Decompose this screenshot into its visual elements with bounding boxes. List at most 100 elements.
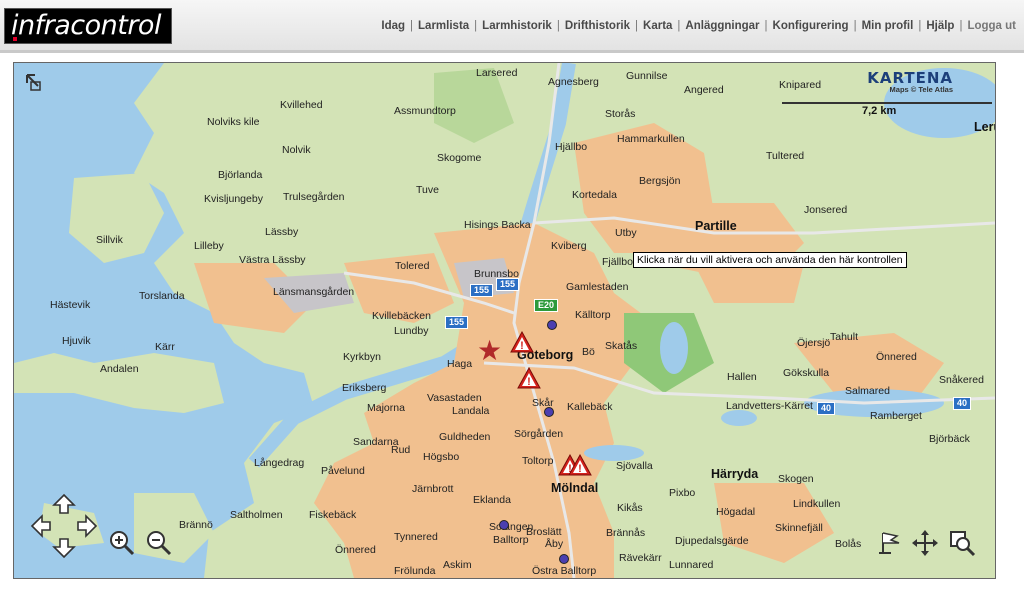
place-label: Björbäck xyxy=(929,433,970,445)
nav-min-profil[interactable]: Min profil xyxy=(862,20,914,32)
place-label: Skogen xyxy=(778,473,814,485)
star-marker-icon[interactable]: ★ xyxy=(477,337,502,365)
map-container[interactable]: Larsered Agnesberg Gunnilse Angered Knip… xyxy=(13,62,996,579)
place-label: Hästevik xyxy=(50,299,91,311)
place-label: Guldheden xyxy=(439,431,491,443)
place-label: Kortedala xyxy=(572,189,617,201)
logo-text: infracontrol xyxy=(11,10,161,41)
place-label: Djupedalsgärde xyxy=(675,535,749,547)
place-label: Torslanda xyxy=(139,290,185,302)
place-label: Toltorp xyxy=(522,455,554,467)
place-label: Tolered xyxy=(395,260,430,272)
place-label: Eklanda xyxy=(473,494,511,506)
place-label: Kviberg xyxy=(551,240,587,252)
place-label: Utby xyxy=(615,227,637,239)
pan-right-icon[interactable] xyxy=(74,514,98,538)
place-label: Lundby xyxy=(394,325,429,337)
place-label: Källtorp xyxy=(575,309,611,321)
place-label: Eriksberg xyxy=(342,382,387,394)
home-extent-icon[interactable] xyxy=(22,71,44,93)
place-label: Önnered xyxy=(876,351,917,363)
place-label: Pixbo xyxy=(669,487,696,499)
control-tooltip: Klicka när du vill aktivera och använda … xyxy=(633,252,907,268)
place-label: Bö xyxy=(582,346,595,358)
place-label: Andalen xyxy=(100,363,139,375)
alarm-warning-icon[interactable]: ! xyxy=(568,454,592,476)
infracontrol-logo[interactable]: infracontrol xyxy=(4,8,172,44)
place-label: Påvelund xyxy=(321,465,365,477)
place-label: Nolviks kile xyxy=(207,116,260,128)
nav-drifthistorik[interactable]: Drifthistorik xyxy=(565,20,630,32)
poi-marker[interactable] xyxy=(499,520,509,530)
place-label: Kvillehed xyxy=(280,99,323,111)
place-label: Fjällbo xyxy=(602,256,633,268)
zoom-box-icon[interactable] xyxy=(948,529,976,557)
place-label: Skatås xyxy=(605,340,638,352)
place-label: Öjersjö xyxy=(797,337,831,349)
place-label: Högsbo xyxy=(423,451,460,463)
alarm-warning-icon[interactable]: ! xyxy=(517,367,541,389)
place-label: Landala xyxy=(452,405,490,417)
nav-anlaggningar[interactable]: Anläggningar xyxy=(685,20,759,32)
place-label: Broslätt xyxy=(526,526,562,538)
poi-marker[interactable] xyxy=(547,320,557,330)
road-shield-155: 155 xyxy=(496,278,520,291)
place-label: Ramberget xyxy=(870,410,922,422)
place-label: Hallen xyxy=(727,371,757,383)
zoom-in-icon[interactable] xyxy=(108,529,136,557)
svg-text:!: ! xyxy=(520,340,524,352)
place-label: Rud xyxy=(391,444,411,456)
place-label: Järnbrott xyxy=(412,483,454,495)
place-label: Tahult xyxy=(830,331,859,343)
nav-karta[interactable]: Karta xyxy=(643,20,672,32)
nav-konfigurering[interactable]: Konfigurering xyxy=(773,20,849,32)
place-label: Skinnefjäll xyxy=(775,522,823,534)
place-label: Gökskulla xyxy=(783,367,830,379)
place-label: Sillvik xyxy=(96,234,123,246)
place-label: Sjövalla xyxy=(616,460,653,472)
place-label: Kyrkbyn xyxy=(343,351,381,363)
alarm-warning-icon[interactable]: ! xyxy=(510,331,534,353)
nav-idag[interactable]: Idag xyxy=(381,20,405,32)
place-label: Mölndal xyxy=(551,481,599,495)
nav-larmhistorik[interactable]: Larmhistorik xyxy=(482,20,552,32)
place-label: Långedrag xyxy=(254,457,305,469)
logo-dot xyxy=(13,37,17,41)
place-label: Lunnared xyxy=(669,559,714,571)
nav-separator: | xyxy=(918,20,922,32)
place-label: Lindkullen xyxy=(793,498,841,510)
pan-left-icon[interactable] xyxy=(30,514,54,538)
flag-marker-icon[interactable] xyxy=(877,529,905,557)
place-label: Lerum xyxy=(974,120,995,134)
place-label: Hammarkullen xyxy=(617,133,685,145)
pan-down-icon[interactable] xyxy=(52,537,76,559)
place-label: Brännås xyxy=(606,527,646,539)
place-label: Skogome xyxy=(437,152,482,164)
place-label: Hjällbo xyxy=(555,141,588,153)
move-pan-icon[interactable] xyxy=(911,529,939,557)
place-label: Fiskebäck xyxy=(309,509,357,521)
nav-hjalp[interactable]: Hjälp xyxy=(926,20,954,32)
place-label: Haga xyxy=(447,358,473,370)
place-label: Snåkered xyxy=(939,374,984,386)
poi-marker[interactable] xyxy=(544,407,554,417)
place-label: Partille xyxy=(695,219,737,233)
nav-separator: | xyxy=(635,20,639,32)
place-label: Jonsered xyxy=(804,204,848,216)
nav-logout[interactable]: Logga ut xyxy=(967,20,1016,32)
road-shield-155: 155 xyxy=(445,316,469,329)
place-label: Önnered xyxy=(335,544,376,556)
nav-larmlista[interactable]: Larmlista xyxy=(418,20,469,32)
place-label: Gunnilse xyxy=(626,70,668,82)
place-label: Västra Lässby xyxy=(239,254,306,266)
place-label: Angered xyxy=(684,84,724,96)
svg-text:!: ! xyxy=(527,376,531,388)
scale-label: 7,2 km xyxy=(862,105,897,117)
place-label: Brännö xyxy=(179,519,213,531)
zoom-out-icon[interactable] xyxy=(145,529,173,557)
header-bar: infracontrol Idag | Larmlista | Larmhistorik… xyxy=(0,0,1024,51)
pan-up-icon[interactable] xyxy=(52,493,76,515)
place-label: Bergsjön xyxy=(639,175,681,187)
road-shield-e20: E20 xyxy=(534,299,559,312)
poi-marker[interactable] xyxy=(559,554,569,564)
